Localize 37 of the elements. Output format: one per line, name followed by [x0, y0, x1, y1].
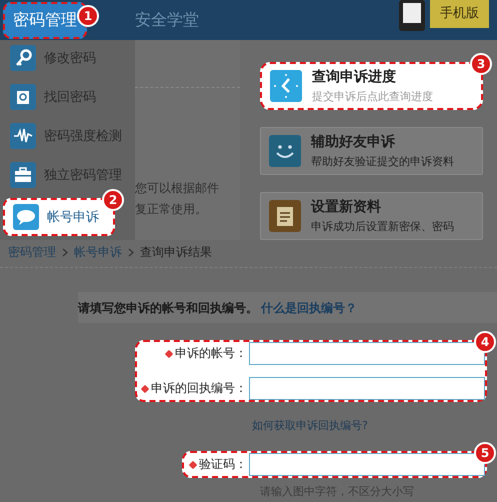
body-text: 您可以根据邮件 — [135, 180, 220, 197]
chat-bubble-icon — [13, 204, 39, 230]
clock-icon — [270, 70, 302, 102]
option-card[interactable]: 辅助好友申诉 帮助好友验证提交的申诉资料 — [260, 127, 483, 175]
body-text: 复正常使用。 — [135, 201, 208, 218]
step-badge: 5 — [474, 442, 496, 464]
field-label: 申诉的帐号： — [175, 345, 247, 362]
key-icon — [10, 45, 36, 71]
smiley-icon — [269, 135, 301, 167]
field-label: 验证码： — [199, 456, 247, 473]
nav-tab[interactable]: 安全学堂 — [127, 4, 207, 36]
breadcrumb-link[interactable]: 密码管理 — [8, 244, 56, 261]
step-badge: 3 — [470, 53, 492, 75]
pulse-icon — [10, 123, 36, 149]
card-title: 辅助好友申诉 — [311, 133, 396, 151]
mobile-version-tag[interactable]: 手机版 — [430, 0, 489, 28]
card-title: 设置新资料 — [311, 198, 382, 216]
card-subtitle: 申诉成功后设置新密保、密码 — [311, 219, 454, 234]
document-icon — [10, 84, 36, 110]
field-label: 申诉的回执编号： — [151, 380, 247, 397]
card-subtitle: 提交申诉后点此查询进度 — [312, 89, 433, 104]
card-subtitle: 帮助好友验证提交的申诉资料 — [311, 154, 454, 169]
receipt-help-link[interactable]: 如何获取申诉回执编号? — [252, 418, 497, 433]
option-card[interactable]: 设置新资料 申诉成功后设置新密保、密码 — [260, 192, 483, 240]
notepad-icon — [269, 200, 301, 232]
step-badge: 2 — [102, 189, 124, 211]
phone-icon — [398, 0, 426, 32]
breadcrumb-link[interactable]: 帐号申诉 — [74, 244, 122, 261]
step-badge: 1 — [77, 4, 99, 26]
card-title: 查询申诉进度 — [312, 68, 397, 86]
help-link[interactable]: 什么是回执编号？ — [261, 301, 357, 315]
input-field[interactable] — [249, 377, 485, 400]
step-badge: 4 — [474, 331, 496, 353]
instruction-text: 请填写您申诉的帐号和回执编号。 什么是回执编号？ — [78, 301, 357, 315]
chevron-icon — [62, 248, 68, 257]
chevron-icon — [128, 248, 134, 257]
briefcase-icon — [10, 162, 36, 188]
